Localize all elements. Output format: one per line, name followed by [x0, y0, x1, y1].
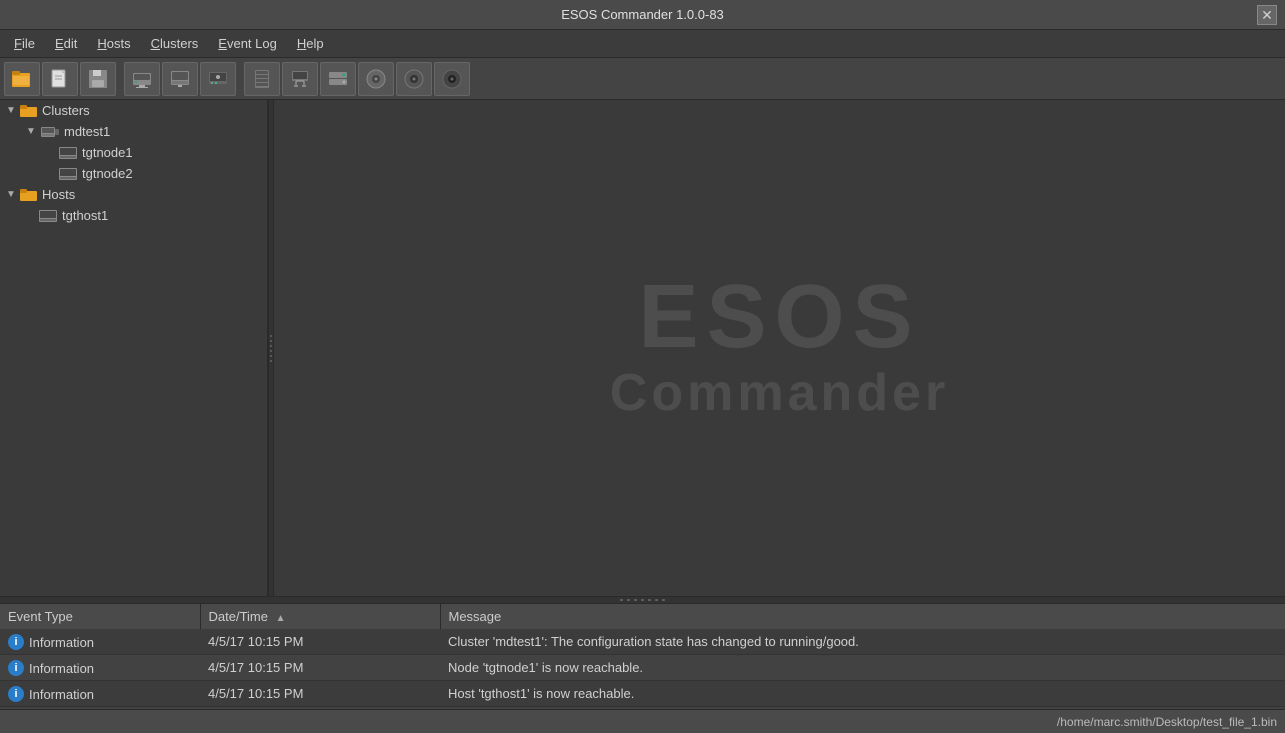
event-message-cell: Node 'tgtnode1' is now reachable.: [440, 655, 1285, 681]
cluster-icon-mdtest1: [40, 125, 60, 139]
h-splitter-dot: [655, 599, 658, 601]
tree-label-mdtest1: mdtest1: [64, 124, 110, 139]
toolbar-btn-disk2[interactable]: [396, 62, 432, 96]
h-splitter-dot: [662, 599, 665, 601]
event-type-label: Information: [29, 635, 94, 650]
event-type-cell: i Information: [0, 629, 200, 655]
event-type-label: Information: [29, 687, 94, 702]
event-message-cell: Host 'tgthost1' is now reachable.: [440, 681, 1285, 707]
h-splitter-dot: [627, 599, 630, 601]
close-button[interactable]: ✕: [1257, 5, 1277, 25]
title-bar: ESOS Commander 1.0.0-83 ✕: [0, 0, 1285, 30]
toolbar-btn-open[interactable]: [4, 62, 40, 96]
menu-help[interactable]: Help: [287, 33, 334, 54]
tree-label-tgthost1: tgthost1: [62, 208, 108, 223]
col-date-time[interactable]: Date/Time ▲: [200, 604, 440, 629]
folder-icon-hosts: [20, 188, 38, 202]
event-table-row[interactable]: i Information 4/5/17 10:15 PMHost 'tgthost…: [0, 681, 1285, 707]
toolbar-btn-rack[interactable]: [244, 62, 280, 96]
splitter-dot: [270, 335, 272, 337]
info-icon: i: [8, 686, 24, 702]
toolbar-btn-disk1[interactable]: [358, 62, 394, 96]
menu-clusters[interactable]: Clusters: [141, 33, 209, 54]
info-icon: i: [8, 660, 24, 676]
tree-item-tgtnode2[interactable]: tgtnode2: [0, 163, 267, 184]
menu-hosts[interactable]: Hosts: [87, 33, 140, 54]
event-datetime-cell: 4/5/17 10:15 PM: [200, 681, 440, 707]
toolbar: [0, 58, 1285, 100]
status-text: /home/marc.smith/Desktop/test_file_1.bin: [1057, 715, 1277, 729]
logo-watermark: ESOS Commander: [610, 272, 949, 424]
splitter-dot: [270, 350, 272, 352]
event-table-header-row: Event Type Date/Time ▲ Message: [0, 604, 1285, 629]
folder-icon-clusters: [20, 104, 38, 118]
node-icon-tgtnode1: [58, 146, 78, 160]
sort-arrow-datetime: ▲: [276, 613, 286, 624]
h-splitter-dot: [648, 599, 651, 601]
toolbar-btn-disk3[interactable]: [434, 62, 470, 96]
col-event-type[interactable]: Event Type: [0, 604, 200, 629]
event-type-cell: i Information: [0, 681, 200, 707]
tree-item-tgtnode1[interactable]: tgtnode1: [0, 142, 267, 163]
tree-item-tgthost1[interactable]: tgthost1: [0, 205, 267, 226]
menu-file[interactable]: File: [4, 33, 45, 54]
event-table-row[interactable]: i Information 4/5/17 10:15 PMCluster 'mdte…: [0, 629, 1285, 655]
content-area: ▼ Clusters ▼ mdtest1 tgtnode: [0, 100, 1285, 596]
menu-edit[interactable]: Edit: [45, 33, 87, 54]
title-bar-text: ESOS Commander 1.0.0-83: [561, 7, 724, 22]
toolbar-btn-network[interactable]: [282, 62, 318, 96]
event-datetime-cell: 4/5/17 10:15 PM: [200, 655, 440, 681]
event-type-label: Information: [29, 661, 94, 676]
event-table-row[interactable]: i Information 4/5/17 10:15 PMNode 'tgtnode…: [0, 655, 1285, 681]
splitter-dot: [270, 340, 272, 342]
left-panel: ▼ Clusters ▼ mdtest1 tgtnode: [0, 100, 268, 596]
tree-item-hosts[interactable]: ▼ Hosts: [0, 184, 267, 205]
h-splitter-dot: [641, 599, 644, 601]
event-datetime-cell: 4/5/17 10:15 PM: [200, 629, 440, 655]
tree-item-clusters[interactable]: ▼ Clusters: [0, 100, 267, 121]
right-panel: ESOS Commander: [274, 100, 1285, 596]
col-date-time-label: Date/Time: [209, 609, 268, 624]
h-splitter-dot: [620, 599, 623, 601]
toolbar-btn-storage[interactable]: [320, 62, 356, 96]
toolbar-btn-new[interactable]: [42, 62, 78, 96]
col-event-type-label: Event Type: [8, 609, 73, 624]
toolbar-btn-configure[interactable]: [200, 62, 236, 96]
menu-event-log[interactable]: Event Log: [208, 33, 287, 54]
event-message-cell: Cluster 'mdtest1': The configuration sta…: [440, 629, 1285, 655]
splitter-dot: [270, 360, 272, 362]
menu-bar: File Edit Hosts Clusters Event Log Help: [0, 30, 1285, 58]
logo-commander-text: Commander: [610, 362, 949, 424]
tree-label-tgtnode2: tgtnode2: [82, 166, 133, 181]
logo-esos-text: ESOS: [638, 272, 920, 362]
host-icon-tgthost1: [38, 209, 58, 223]
tree-label-tgtnode1: tgtnode1: [82, 145, 133, 160]
tree-label-clusters: Clusters: [42, 103, 90, 118]
main-layout: ▼ Clusters ▼ mdtest1 tgtnode: [0, 100, 1285, 733]
splitter-dot: [270, 345, 272, 347]
toolbar-btn-host[interactable]: [124, 62, 160, 96]
tree-arrow-clusters: ▼: [4, 104, 18, 118]
toolbar-btn-manage[interactable]: [162, 62, 198, 96]
col-message[interactable]: Message: [440, 604, 1285, 629]
tree-item-mdtest1[interactable]: ▼ mdtest1: [0, 121, 267, 142]
tree-arrow-mdtest1: ▼: [24, 125, 38, 139]
col-message-label: Message: [449, 609, 502, 624]
info-icon: i: [8, 634, 24, 650]
horizontal-splitter[interactable]: [0, 596, 1285, 604]
tree-label-hosts: Hosts: [42, 187, 75, 202]
status-bar: /home/marc.smith/Desktop/test_file_1.bin: [0, 709, 1285, 733]
tree-arrow-hosts: ▼: [4, 188, 18, 202]
h-splitter-dot: [634, 599, 637, 601]
splitter-dot: [270, 355, 272, 357]
event-type-cell: i Information: [0, 655, 200, 681]
node-icon-tgtnode2: [58, 167, 78, 181]
toolbar-btn-save[interactable]: [80, 62, 116, 96]
